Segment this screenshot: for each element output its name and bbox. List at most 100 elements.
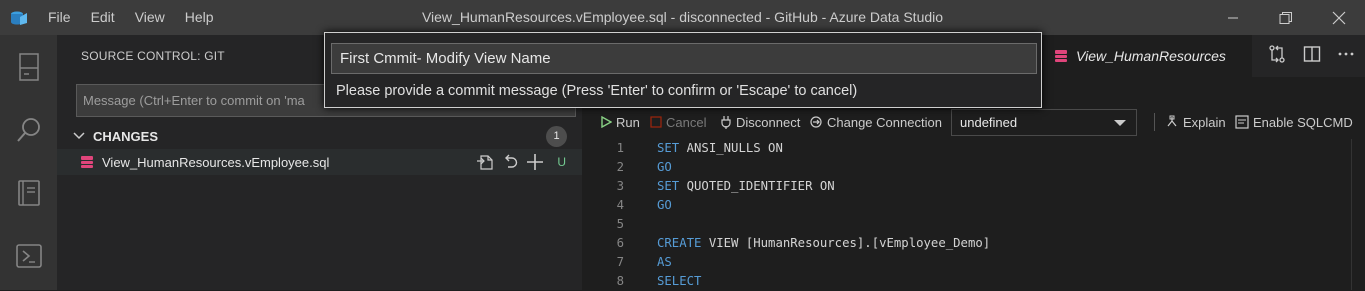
notebooks-view-button[interactable] (0, 161, 57, 224)
commit-quick-input: First Cmmit- Modify View Name Please pro… (324, 32, 1042, 108)
commit-message-field[interactable]: First Cmmit- Modify View Name (331, 43, 1037, 74)
open-changes-button[interactable] (1267, 44, 1287, 69)
run-label: Run (616, 114, 640, 130)
split-editor-icon (1303, 45, 1321, 62)
code-keyword: SELECT (657, 274, 702, 288)
tab-view-humanresources[interactable]: View_HumanResources (1042, 35, 1252, 77)
enable-sqlcmd-label: Enable SQLCMD (1253, 114, 1353, 130)
plug-icon (721, 116, 731, 129)
code-text: ANSI_NULLS ON (679, 141, 783, 155)
discard-icon (505, 154, 518, 168)
changed-file-row[interactable]: View_HumanResources.vEmployee.sql U (57, 149, 582, 175)
run-button[interactable]: Run (600, 115, 640, 130)
close-button[interactable] (1312, 0, 1365, 35)
explain-button[interactable]: Explain (1165, 115, 1226, 130)
cancel-button[interactable]: Cancel (650, 115, 706, 130)
minimize-icon (1227, 17, 1238, 18)
change-connection-icon (810, 116, 822, 128)
window-controls (1206, 0, 1365, 35)
changes-section-header[interactable]: CHANGES 1 (57, 123, 582, 149)
minimize-button[interactable] (1206, 0, 1259, 35)
code-keyword: GO (657, 198, 672, 212)
stage-changes-button[interactable] (526, 153, 544, 171)
ellipsis-icon (1338, 52, 1354, 55)
enable-sqlcmd-button[interactable]: Enable SQLCMD (1235, 115, 1353, 130)
changes-count-badge: 1 (546, 125, 567, 147)
line-number: 8 (616, 274, 624, 288)
restore-icon (1279, 11, 1292, 24)
tab-title: View_HumanResources (1076, 48, 1226, 64)
terminal-icon (15, 243, 42, 268)
line-number: 4 (616, 198, 624, 212)
code-keyword: SET (657, 179, 680, 193)
more-actions-button[interactable] (1337, 45, 1355, 68)
server-icon (18, 52, 39, 81)
disconnect-button[interactable]: Disconnect (720, 115, 800, 130)
line-number: 2 (616, 160, 624, 174)
commit-message-hint: Please provide a commit message (Press '… (336, 83, 858, 99)
close-icon (1332, 11, 1345, 24)
code-keyword: CREATE (657, 236, 702, 250)
editor-scrollbar[interactable] (1351, 139, 1365, 290)
file-status-badge: U (557, 155, 566, 169)
sql-file-icon (80, 155, 94, 169)
search-icon (16, 117, 40, 142)
split-editor-button[interactable] (1303, 45, 1321, 68)
line-number: 1 (616, 141, 624, 155)
restore-button[interactable] (1259, 0, 1312, 35)
query-toolbar: Run Cancel Disconnect Change Connection … (582, 107, 1365, 137)
line-number: 3 (616, 179, 624, 193)
terminal-view-button[interactable] (0, 224, 57, 287)
code-line: 3 SET QUOTED_IDENTIFIER ON (582, 177, 1365, 196)
menu-edit[interactable]: Edit (81, 0, 125, 35)
database-select[interactable]: undefined (951, 109, 1137, 136)
activity-bar (0, 35, 57, 290)
line-number: 5 (616, 217, 624, 231)
database-select-value: undefined (960, 115, 1018, 130)
code-keyword: AS (657, 255, 672, 269)
menu-view[interactable]: View (125, 0, 175, 35)
compare-changes-icon (1269, 44, 1285, 63)
sqlcmd-icon (1235, 115, 1249, 129)
code-line: 6 CREATE VIEW [HumanResources].[vEmployee… (582, 234, 1365, 253)
change-connection-button[interactable]: Change Connection (809, 115, 942, 130)
change-connection-label: Change Connection (827, 114, 942, 130)
code-line: 8 SELECT (582, 272, 1365, 291)
changes-label: CHANGES (93, 128, 159, 144)
code-text: QUOTED_IDENTIFIER ON (679, 179, 835, 193)
menu-help[interactable]: Help (175, 0, 224, 35)
code-text: VIEW [HumanResources].[vEmployee_Demo] (701, 236, 991, 250)
sql-file-icon (1055, 50, 1067, 62)
file-actions: U (476, 153, 566, 171)
plus-icon (527, 154, 544, 170)
code-line: 1 SET ANSI_NULLS ON (582, 139, 1365, 158)
stop-icon (650, 116, 662, 128)
title-bar: File Edit View Help View_HumanResources.… (0, 0, 1365, 35)
menu-file[interactable]: File (38, 0, 81, 35)
open-file-button[interactable] (476, 153, 494, 171)
azure-data-studio-logo-icon (0, 0, 38, 35)
disconnect-label: Disconnect (736, 114, 801, 130)
explain-icon (1167, 115, 1177, 127)
chevron-down-icon (73, 132, 85, 140)
cancel-label: Cancel (666, 114, 707, 130)
code-line: 5 (582, 215, 1365, 234)
servers-view-button[interactable] (0, 35, 57, 98)
line-number: 6 (616, 236, 624, 250)
code-line: 7 AS (582, 253, 1365, 272)
explain-label: Explain (1183, 114, 1226, 130)
menu-bar: File Edit View Help (38, 0, 224, 35)
play-icon (601, 116, 612, 128)
search-view-button[interactable] (0, 98, 57, 161)
code-keyword: GO (657, 160, 672, 174)
editor-actions (1267, 35, 1355, 77)
code-line: 2 GO (582, 158, 1365, 177)
open-file-icon (477, 155, 493, 170)
toolbar-divider (1154, 113, 1155, 131)
changed-file-name: View_HumanResources.vEmployee.sql (102, 154, 330, 170)
line-number: 7 (616, 255, 624, 269)
chevron-down-icon (1114, 120, 1126, 126)
code-line: 4 GO (582, 196, 1365, 215)
code-keyword: SET (657, 141, 680, 155)
discard-changes-button[interactable] (501, 153, 519, 171)
